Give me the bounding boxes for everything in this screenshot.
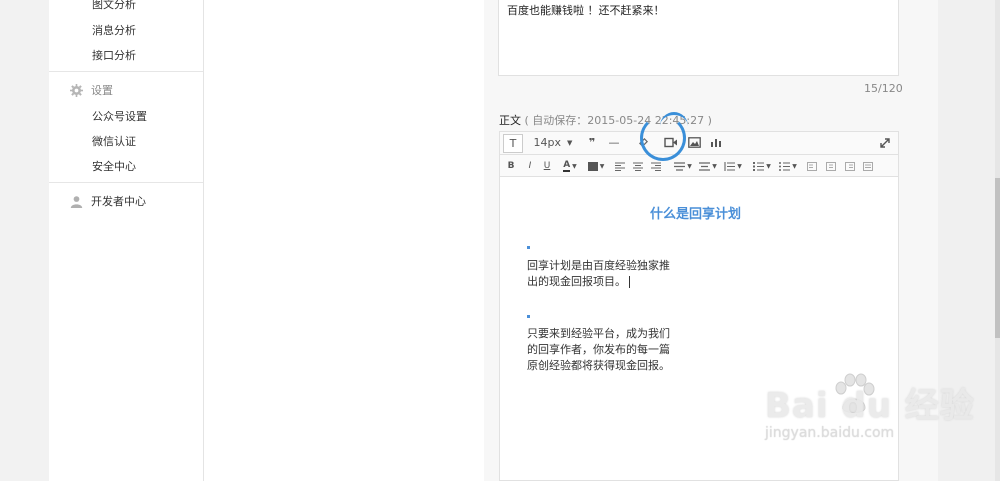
font-color-icon: A [563, 160, 571, 172]
chevron-down-icon: ▼ [599, 162, 605, 170]
user-icon [70, 195, 83, 208]
chevron-down-icon: ▼ [737, 162, 742, 170]
row-spacing-icon [674, 161, 686, 171]
middle-panel [204, 0, 485, 481]
chevron-down-icon: ▼ [792, 162, 797, 170]
chevron-down-icon: ▼ [687, 162, 692, 170]
body-label-text: 正文 [499, 114, 521, 127]
watermark-url: jingyan.baidu.com [765, 425, 895, 441]
ordered-list-button[interactable]: ▼ [751, 159, 773, 173]
chevron-down-icon: ▼ [567, 138, 573, 147]
align-left-icon [615, 162, 625, 171]
content-heading: 什么是回享计划 [650, 207, 742, 222]
text-format-button[interactable]: T [503, 134, 523, 153]
sidebar-item-developer-center-label: 开发者中心 [91, 195, 146, 208]
align-center-button[interactable] [632, 159, 644, 173]
line-height-icon [724, 161, 736, 171]
align-left-button[interactable] [614, 159, 626, 173]
sidebar-group-settings-label: 设置 [91, 84, 113, 97]
sidebar-divider [49, 71, 203, 72]
unordered-list-button[interactable]: ▼ [777, 159, 799, 173]
char-counter: 15/120 [864, 82, 903, 95]
scrollbar-thumb[interactable] [995, 178, 1000, 338]
paragraph-spacing-icon [699, 161, 711, 171]
paragraph-line: 原创经验都将获得现金回报。 [527, 359, 670, 372]
underline-button[interactable]: U [541, 159, 553, 173]
baidu-watermark: Bai du 经验 jingyan.baidu.com [765, 378, 975, 441]
chart-icon [711, 139, 721, 147]
sidebar-item-account-settings[interactable]: 公众号设置 [92, 108, 147, 124]
row-spacing-button[interactable]: ▼ [672, 159, 694, 173]
justify-left-button[interactable] [806, 159, 818, 173]
bold-button[interactable]: B [505, 159, 517, 173]
page-background [0, 0, 49, 481]
image-icon [687, 137, 701, 148]
fullscreen-button[interactable] [877, 135, 893, 150]
insert-image-button[interactable] [686, 135, 702, 150]
horizontal-rule-button[interactable]: — [605, 134, 623, 151]
sidebar-item-security-center[interactable]: 安全中心 [92, 158, 136, 174]
font-size-select[interactable]: 14px ▼ [533, 134, 573, 151]
justify-right-icon [845, 161, 855, 171]
content-paragraph-2: 只要来到经验平台，成为我们 的回享作者，你发布的每一篇 原创经验都将获得现金回报… [527, 326, 677, 374]
paragraph-line: 出的现金回报项目。 [527, 274, 677, 290]
justify-full-icon [863, 161, 873, 171]
font-color-button[interactable]: A ▼ [559, 159, 581, 173]
paragraph-spacing-button[interactable]: ▼ [697, 159, 719, 173]
paragraph-line: 的回享作者，你发布的每一篇 [527, 343, 670, 356]
italic-button[interactable]: I [524, 159, 536, 173]
chevron-down-icon: ▼ [712, 162, 717, 170]
content-paragraph-1: 回享计划是由百度经验独家推 出的现金回报项目。 [527, 258, 677, 290]
justify-center-icon [826, 161, 836, 171]
unordered-list-icon [779, 161, 791, 171]
text-cursor [629, 276, 630, 288]
align-center-icon [633, 162, 643, 171]
justify-left-icon [807, 161, 817, 171]
align-right-icon [651, 162, 661, 171]
highlight-icon [587, 161, 598, 171]
insert-chart-button[interactable] [708, 135, 724, 150]
sidebar-divider [49, 182, 203, 183]
gear-icon [70, 83, 83, 97]
sidebar-item-wechat-verification[interactable]: 微信认证 [92, 133, 136, 149]
expand-icon [880, 137, 890, 148]
summary-textarea[interactable]: 百度也能赚钱啦 ！还不赶紧来！ [498, 0, 899, 76]
line-height-button[interactable]: ▼ [722, 159, 744, 173]
bullet-marker [527, 246, 530, 249]
sidebar-item-message-analysis[interactable]: 消息分析 [92, 22, 136, 38]
summary-text: 百度也能赚钱啦 ！还不赶紧来！ [507, 4, 665, 17]
ordered-list-icon [753, 161, 765, 171]
sidebar [49, 0, 204, 481]
paragraph-line: 回享计划是由百度经验独家推 [527, 259, 670, 272]
bullet-marker [527, 315, 530, 318]
paragraph-line: 只要来到经验平台，成为我们 [527, 327, 670, 340]
sidebar-item-developer-center[interactable]: 开发者中心 [70, 193, 146, 209]
font-size-value: 14px [533, 136, 562, 149]
background-color-button[interactable]: ▼ [585, 159, 607, 173]
justify-right-button[interactable] [844, 159, 856, 173]
paragraph-line-text: 出的现金回报项目。 [527, 275, 626, 288]
watermark-brand: Bai du 经验 [765, 386, 975, 426]
sidebar-item-api-analysis[interactable]: 接口分析 [92, 47, 136, 63]
chevron-down-icon: ▼ [766, 162, 771, 170]
justify-center-button[interactable] [825, 159, 837, 173]
justify-full-button[interactable] [862, 159, 874, 173]
sidebar-item-image-text-analysis[interactable]: 图文分析 [92, 0, 136, 12]
align-right-button[interactable] [650, 159, 662, 173]
chevron-down-icon: ▼ [572, 162, 577, 170]
blockquote-button[interactable]: ❞ [583, 134, 601, 151]
sidebar-group-settings: 设置 [70, 82, 113, 98]
